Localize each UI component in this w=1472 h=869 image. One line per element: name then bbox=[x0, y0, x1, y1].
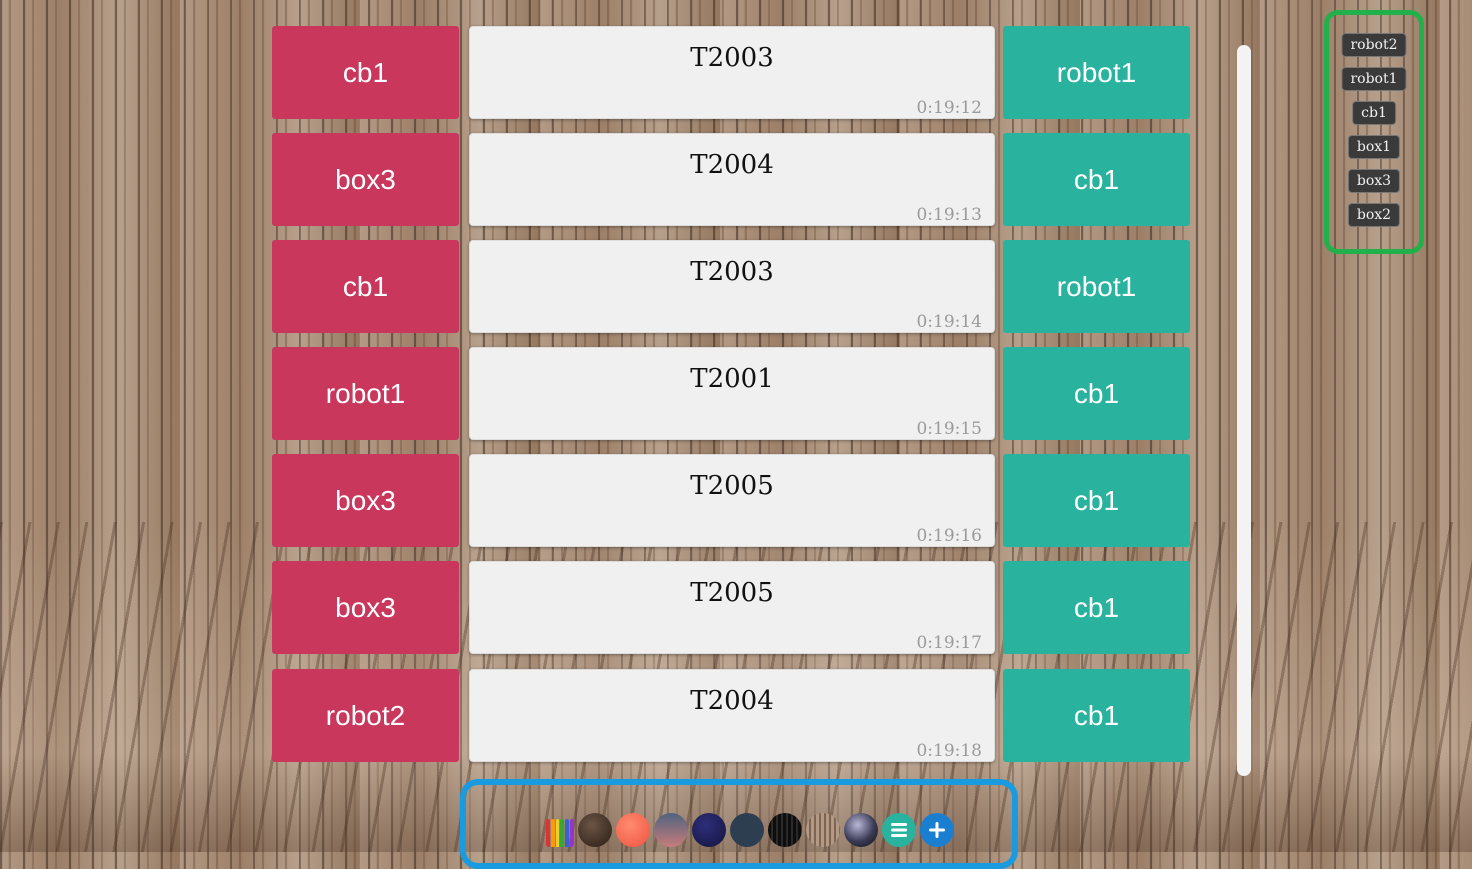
theme-dark-brown-button[interactable] bbox=[578, 813, 612, 847]
message-row: box3 T2005 0:19:16 cb1 bbox=[272, 454, 1190, 547]
message-id: T2005 bbox=[690, 578, 774, 608]
legend-tag[interactable]: box1 bbox=[1347, 135, 1401, 159]
message-card[interactable]: T2004 0:19:13 bbox=[469, 133, 995, 226]
message-card[interactable]: T2003 0:19:12 bbox=[469, 26, 995, 119]
menu-icon[interactable] bbox=[882, 813, 916, 847]
message-time: 0:19:14 bbox=[916, 312, 982, 332]
message-card[interactable]: T2005 0:19:16 bbox=[469, 454, 995, 547]
message-row: cb1 T2003 0:19:12 robot1 bbox=[272, 26, 1190, 119]
receiver-cell[interactable]: cb1 bbox=[1003, 669, 1190, 762]
theme-wood-button[interactable] bbox=[806, 813, 840, 847]
sender-cell[interactable]: box3 bbox=[272, 454, 459, 547]
receiver-cell[interactable]: cb1 bbox=[1003, 454, 1190, 547]
receiver-cell[interactable]: robot1 bbox=[1003, 26, 1190, 119]
legend-tag[interactable]: box3 bbox=[1347, 169, 1401, 193]
legend-tag[interactable]: box2 bbox=[1347, 203, 1401, 227]
message-row: robot2 T2004 0:19:18 cb1 bbox=[272, 669, 1190, 762]
message-id: T2003 bbox=[690, 43, 774, 73]
pencils-icon[interactable] bbox=[546, 813, 574, 847]
message-row: box3 T2004 0:19:13 cb1 bbox=[272, 133, 1190, 226]
theme-dark-slate-button[interactable] bbox=[730, 813, 764, 847]
message-row: robot1 T2001 0:19:15 cb1 bbox=[272, 347, 1190, 440]
message-id: T2004 bbox=[690, 686, 774, 716]
participant-legend: robot2 robot1 cb1 box1 box3 box2 bbox=[1324, 10, 1424, 254]
message-row: box3 T2005 0:19:17 cb1 bbox=[272, 561, 1190, 654]
message-time: 0:19:16 bbox=[916, 526, 982, 546]
bottom-toolbar bbox=[460, 779, 1018, 869]
message-card[interactable]: T2005 0:19:17 bbox=[469, 561, 995, 654]
sender-cell[interactable]: robot1 bbox=[272, 347, 459, 440]
receiver-cell[interactable]: cb1 bbox=[1003, 133, 1190, 226]
sender-cell[interactable]: cb1 bbox=[272, 240, 459, 333]
receiver-cell[interactable]: cb1 bbox=[1003, 347, 1190, 440]
sender-cell[interactable]: robot2 bbox=[272, 669, 459, 762]
message-time: 0:19:18 bbox=[916, 741, 982, 761]
theme-navy-button[interactable] bbox=[692, 813, 726, 847]
legend-tag[interactable]: cb1 bbox=[1352, 101, 1396, 125]
theme-galaxy-button[interactable] bbox=[844, 813, 878, 847]
sender-cell[interactable]: box3 bbox=[272, 133, 459, 226]
message-id: T2001 bbox=[690, 364, 774, 394]
message-id: T2003 bbox=[690, 257, 774, 287]
theme-slate-rose-button[interactable] bbox=[654, 813, 688, 847]
message-time: 0:19:15 bbox=[916, 419, 982, 439]
receiver-cell[interactable]: cb1 bbox=[1003, 561, 1190, 654]
legend-tag[interactable]: robot1 bbox=[1341, 67, 1407, 91]
add-icon[interactable] bbox=[920, 813, 954, 847]
message-card[interactable]: T2004 0:19:18 bbox=[469, 669, 995, 762]
theme-black-wood-button[interactable] bbox=[768, 813, 802, 847]
receiver-cell[interactable]: robot1 bbox=[1003, 240, 1190, 333]
message-id: T2005 bbox=[690, 471, 774, 501]
message-time: 0:19:12 bbox=[916, 98, 982, 118]
sender-cell[interactable]: box3 bbox=[272, 561, 459, 654]
message-card[interactable]: T2003 0:19:14 bbox=[469, 240, 995, 333]
theme-coral-button[interactable] bbox=[616, 813, 650, 847]
message-time: 0:19:17 bbox=[916, 633, 982, 653]
message-card[interactable]: T2001 0:19:15 bbox=[469, 347, 995, 440]
message-id: T2004 bbox=[690, 150, 774, 180]
message-time: 0:19:13 bbox=[916, 205, 982, 225]
sender-cell[interactable]: cb1 bbox=[272, 26, 459, 119]
legend-tag[interactable]: robot2 bbox=[1341, 33, 1407, 57]
vertical-scrollbar[interactable] bbox=[1237, 45, 1251, 776]
message-row: cb1 T2003 0:19:14 robot1 bbox=[272, 240, 1190, 333]
